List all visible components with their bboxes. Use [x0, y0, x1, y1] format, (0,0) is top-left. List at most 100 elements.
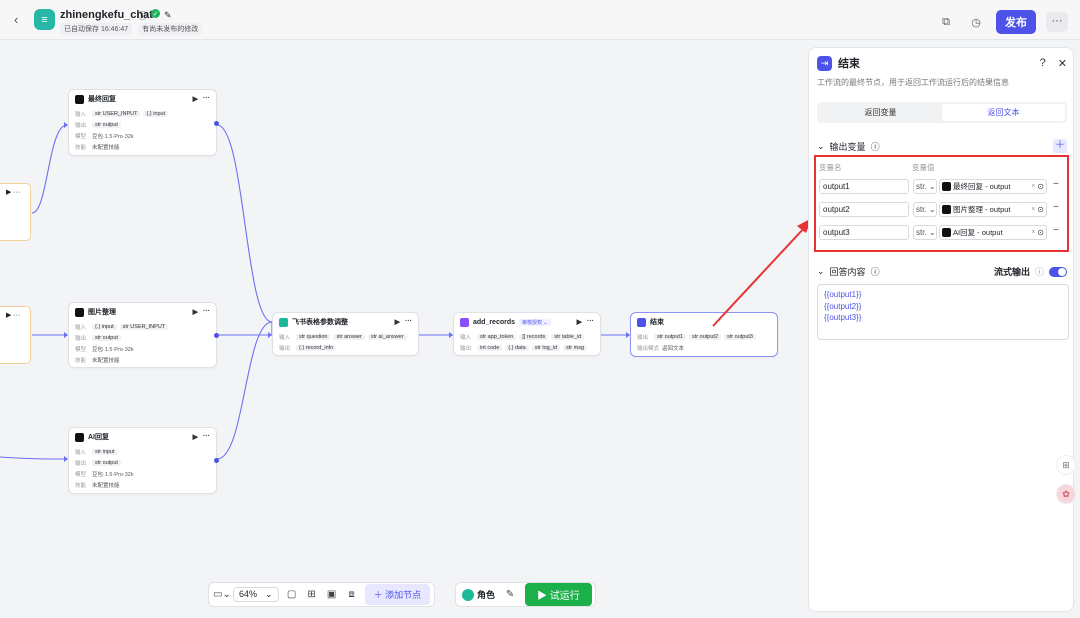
test-run-button[interactable]: ▶ 试运行	[525, 583, 592, 606]
add-variable-button[interactable]: ＋	[1053, 139, 1067, 153]
minimap-icon[interactable]: ▭⌄	[213, 589, 231, 600]
output-chip: str output	[92, 334, 121, 341]
run-node-icon[interactable]: ▶	[395, 318, 400, 326]
plugin-node-icon	[460, 317, 469, 327]
variable-name-input[interactable]: output1	[819, 179, 909, 194]
end-node-icon	[637, 317, 646, 327]
offscreen-node-1[interactable]: ▶ ···	[0, 183, 31, 241]
top-actions: ⧉ ◷ 发布 ···	[936, 10, 1068, 34]
input-chip: str input	[92, 448, 118, 455]
layout-grid-icon[interactable]: ⊞	[1056, 455, 1076, 475]
stub-actions[interactable]: ▶ ···	[6, 188, 20, 196]
skill-value: 未配置技能	[92, 144, 120, 151]
variable-type-select[interactable]: str. ⌄	[913, 179, 937, 194]
code-node-icon	[279, 317, 288, 327]
remove-variable-button[interactable]: −	[1053, 179, 1059, 190]
image-icon[interactable]: ▣	[325, 589, 339, 600]
node-add-records[interactable]: add_records 审核授权 ⌄ ▶ ··· 输入 str app_token…	[453, 312, 601, 356]
node-more-icon[interactable]: ···	[203, 95, 210, 103]
model-label: 模型	[75, 346, 87, 353]
variable-value-ref[interactable]: 图片整理 - output × ⊙	[939, 202, 1047, 217]
info-icon[interactable]: ⓘ	[871, 140, 880, 153]
node-end[interactable]: 结束 输出 str output1 str output2 str output…	[630, 312, 778, 357]
output-port[interactable]	[214, 458, 219, 463]
role-button[interactable]: 角色	[462, 588, 495, 601]
collapse-icon[interactable]: ⌄	[817, 141, 825, 152]
input-chip: {.} input	[92, 323, 117, 330]
remove-variable-button[interactable]: −	[1053, 225, 1059, 236]
debug-icon[interactable]: ✎	[503, 589, 517, 600]
output-chip: str output	[92, 459, 121, 466]
output-port[interactable]	[214, 121, 219, 126]
output-label: 输出	[279, 345, 291, 352]
publish-button[interactable]: 发布	[996, 10, 1036, 34]
output-chip: str output3	[724, 333, 756, 340]
variable-name-input[interactable]: output3	[819, 225, 909, 240]
close-icon[interactable]: ✕	[1058, 57, 1067, 70]
layout-icon[interactable]: ⊞	[305, 589, 319, 600]
variable-type-select[interactable]: str. ⌄	[913, 225, 937, 240]
llm-node-icon	[75, 432, 84, 442]
app-logo-icon: ≡	[34, 9, 55, 30]
remove-variable-button[interactable]: −	[1053, 202, 1059, 213]
stream-toggle[interactable]	[1049, 266, 1067, 277]
input-chip: str USER_INPUT	[92, 110, 141, 117]
output-label: 输出	[75, 460, 87, 467]
answer-editor[interactable]: {{output1}} {{output2}} {{output3}}	[817, 284, 1069, 340]
zoom-select[interactable]: 64% ⌄	[233, 587, 279, 602]
run-node-icon[interactable]: ▶	[577, 318, 582, 326]
clear-icon: ×	[1031, 229, 1036, 236]
info-icon[interactable]: ⓘ	[138, 9, 147, 22]
stub-actions[interactable]: ▶ ···	[6, 311, 20, 319]
variable-value-ref[interactable]: AI回复 - output × ⊙	[939, 225, 1047, 240]
history-icon[interactable]: ◷	[966, 16, 986, 29]
node-more-icon[interactable]: ···	[203, 308, 210, 316]
reference-icon: ⊙	[1037, 205, 1044, 214]
output-chip: str output	[92, 121, 121, 128]
node-feishu-params[interactable]: 飞书表格参数调整 ▶ ··· 输入 str question str answer…	[272, 312, 419, 356]
run-node-icon[interactable]: ▶	[193, 308, 198, 316]
tab-return-text[interactable]: 返回文本	[942, 104, 1065, 121]
output-port[interactable]	[214, 333, 219, 338]
export-icon[interactable]: ⧈	[345, 589, 359, 600]
info-icon[interactable]: ⓘ	[1035, 265, 1044, 278]
collapse-icon[interactable]: ⌄	[817, 266, 825, 277]
model-label: 模型	[75, 133, 87, 140]
run-toolbar: 角色 ✎ ▶ 试运行	[455, 582, 596, 607]
node-final-reply[interactable]: 最终回复 ▶ ··· 输入 str USER_INPUT {.} input 输出…	[68, 89, 219, 156]
edge-stub3-ai	[0, 456, 68, 460]
run-node-icon[interactable]: ▶	[193, 433, 198, 441]
node-image-organize[interactable]: 图片整理 ▶ ··· 输入 {.} input str USER_INPUT 输出…	[68, 302, 219, 368]
end-node-panel: ⇥ 结束 ? ✕ 工作流的最终节点，用于返回工作流运行后的结果信息 返回变量 返…	[808, 47, 1074, 612]
section-title: 回答内容	[829, 267, 866, 277]
offscreen-node-2[interactable]: ▶ ···	[0, 306, 31, 364]
output-chip: {.} record_info	[296, 344, 337, 351]
node-more-icon[interactable]: ···	[203, 433, 210, 441]
info-icon[interactable]: ⓘ	[871, 265, 880, 278]
output-variables-header: ⌄ 输出变量 ⓘ ＋	[817, 139, 1067, 153]
help-icon[interactable]: ?	[1040, 57, 1046, 70]
input-label: 输入	[460, 334, 472, 341]
assistant-icon[interactable]: ✿	[1056, 484, 1076, 504]
more-menu-button[interactable]: ···	[1046, 12, 1068, 32]
workflow-canvas[interactable]: ▶ ··· ▶ ··· 最终回复 ▶ ··· 输入 str USER_INPUT …	[0, 41, 808, 618]
answer-line: {{output3}}	[824, 313, 862, 322]
run-node-icon[interactable]: ▶	[193, 95, 198, 103]
edit-icon[interactable]: ✎	[164, 9, 172, 22]
auth-badge[interactable]: 审核授权 ⌄	[519, 318, 551, 326]
comment-icon[interactable]: ▢	[285, 589, 299, 600]
add-node-button[interactable]: ＋ 添加节点	[364, 584, 431, 605]
return-mode-tabs: 返回变量 返回文本	[817, 102, 1067, 123]
variable-value-ref[interactable]: 最终回复 - output × ⊙	[939, 179, 1047, 194]
tab-return-variable[interactable]: 返回变量	[819, 104, 942, 121]
copy-icon[interactable]: ⧉	[936, 16, 956, 29]
back-arrow-icon[interactable]: ‹	[14, 12, 18, 27]
variable-type-select[interactable]: str. ⌄	[913, 202, 937, 217]
variable-name-input[interactable]: output2	[819, 202, 909, 217]
output-chip: str output2	[689, 333, 721, 340]
input-chip: [] records	[519, 333, 549, 340]
node-more-icon[interactable]: ···	[405, 318, 412, 326]
output-chip: int code	[477, 344, 503, 351]
node-more-icon[interactable]: ···	[587, 318, 594, 326]
node-ai-reply[interactable]: AI回复 ▶ ··· 输入 str input 输出 str output 模型 …	[68, 427, 219, 494]
